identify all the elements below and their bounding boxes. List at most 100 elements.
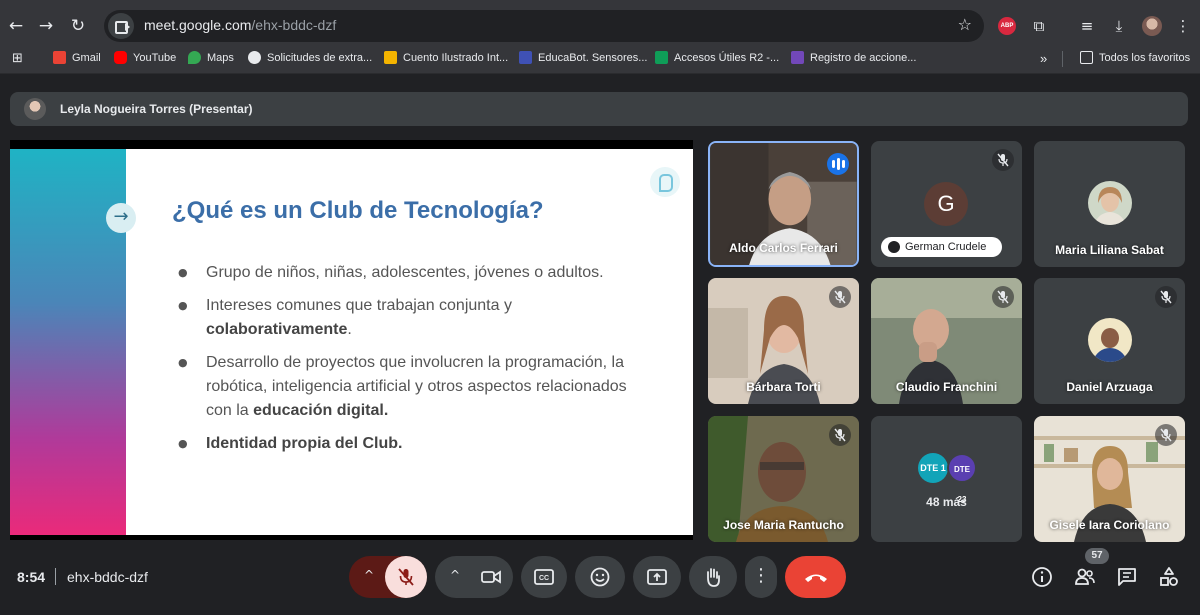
more-options-button[interactable]: ⋮: [745, 556, 777, 598]
url-path: /ehx-bddc-dzf: [251, 17, 337, 33]
chat-button[interactable]: [1115, 565, 1139, 589]
microphone-control[interactable]: ^: [349, 556, 427, 598]
participant-name: Daniel Arzuaga: [1066, 380, 1153, 394]
cuento-site-icon: [384, 51, 397, 64]
apps-grid-icon[interactable]: ⊞: [12, 51, 23, 66]
youtube-icon: [114, 51, 127, 64]
bullet-3-bold: educación digital.: [253, 402, 389, 419]
more-participant-avatar: DTE 23: [947, 453, 977, 504]
meeting-code: ehx-bddc-dzf: [67, 569, 148, 585]
bookmark-solicitudes[interactable]: Solicitudes de extra...: [248, 51, 372, 64]
more-participant-avatar: DTE 1: [918, 453, 948, 483]
mic-off-icon: [398, 568, 414, 586]
bookmark-gmail[interactable]: Gmail: [53, 51, 101, 64]
participant-name: German Crudele: [905, 241, 987, 253]
bookmark-educabot[interactable]: EducaBot. Sensores...: [519, 51, 647, 64]
reactions-button[interactable]: [575, 556, 625, 598]
bookmark-registro[interactable]: Registro de accione...: [791, 51, 916, 64]
bullet-4: Identidad propia del Club.: [178, 432, 638, 456]
download-icon[interactable]: ⤓: [1108, 15, 1130, 37]
camera-icon: [481, 570, 501, 584]
leave-call-button[interactable]: [785, 556, 846, 598]
bookmark-maps[interactable]: Maps: [188, 51, 234, 64]
bookmark-label: Gmail: [72, 51, 101, 64]
more-menu-icon[interactable]: ⋮: [1172, 15, 1194, 37]
forward-icon[interactable]: →: [34, 14, 58, 38]
url-text[interactable]: meet.google.com/ehx-bddc-dzf: [144, 17, 336, 33]
presenter-avatar: [24, 98, 46, 120]
bookmark-sep: [1062, 51, 1063, 67]
reading-list-icon[interactable]: ≡: [1076, 15, 1098, 37]
camera-control[interactable]: ^: [435, 556, 513, 598]
activities-icon: [1160, 567, 1178, 586]
presentation-area: → ¿Qué es un Club de Tecnología? Grupo d…: [10, 140, 693, 540]
participant-tile-jose[interactable]: Jose Maria Rantucho: [708, 416, 859, 542]
back-icon[interactable]: ←: [4, 14, 28, 38]
camera-options-chevron-icon[interactable]: ^: [435, 568, 475, 582]
mic-off-icon: [829, 424, 851, 446]
participant-avatar: G: [924, 182, 968, 226]
svg-text:CC: CC: [539, 575, 549, 582]
adblock-extension-icon[interactable]: ABP: [998, 17, 1016, 35]
extensions-icon[interactable]: ⧉: [1028, 15, 1050, 37]
all-bookmarks-folder[interactable]: Todos los favoritos: [1080, 51, 1190, 64]
participant-tile-claudio[interactable]: Claudio Franchini: [871, 278, 1022, 404]
bookmark-youtube[interactable]: YouTube: [114, 51, 176, 64]
hand-raised-icon: [888, 241, 900, 253]
present-screen-button[interactable]: [633, 556, 681, 598]
profile-avatar[interactable]: [1142, 16, 1162, 36]
bullet-1-text: Grupo de niños, niñas, adolescentes, jóv…: [206, 264, 604, 281]
bullet-3: Desarrollo de proyectos que involucren l…: [178, 351, 638, 423]
participant-tile-gisele[interactable]: Gisele Iara Coriolano: [1034, 416, 1185, 542]
meeting-time: 8:54: [17, 569, 46, 585]
participant-tile-maria[interactable]: Maria Liliana Sabat: [1034, 141, 1185, 267]
participant-tile-barbara[interactable]: Bárbara Torti: [708, 278, 859, 404]
meeting-details-button[interactable]: [1030, 565, 1054, 589]
folder-icon: [1080, 51, 1093, 64]
slide-title: ¿Qué es un Club de Tecnología?: [172, 197, 544, 224]
mic-options-chevron-icon[interactable]: ^: [349, 568, 389, 582]
presenter-bar: Leyla Nogueira Torres (Presentar): [10, 92, 1188, 126]
raise-hand-button[interactable]: [689, 556, 737, 598]
info-icon: [1032, 567, 1052, 587]
chat-icon: [1118, 568, 1136, 586]
presenter-name: Leyla Nogueira Torres (Presentar): [60, 102, 253, 116]
participant-tile-aldo[interactable]: Aldo Carlos Ferrari: [708, 141, 859, 267]
sheets-icon: [655, 51, 668, 64]
participant-tile-daniel[interactable]: Daniel Arzuaga: [1034, 278, 1185, 404]
activities-button[interactable]: [1157, 565, 1181, 589]
divider: [55, 568, 56, 585]
address-bar[interactable]: meet.google.com/ehx-bddc-dzf ☆: [104, 10, 984, 42]
mic-off-icon: [992, 286, 1014, 308]
captions-button[interactable]: CC: [521, 556, 567, 598]
more-participants-tile[interactable]: DTE 1 DTE 23 48 más: [871, 416, 1022, 542]
participant-avatar: [1088, 318, 1132, 362]
bookmark-accesos[interactable]: Accesos Útiles R2 -...: [655, 51, 779, 64]
bookmark-label: Cuento Ilustrado Int...: [403, 51, 509, 64]
more-vert-icon: ⋮: [752, 565, 770, 586]
emoji-icon: [590, 567, 610, 587]
more-bookmarks-chevron-icon[interactable]: »: [1040, 51, 1047, 66]
participant-name: Bárbara Torti: [746, 380, 821, 394]
slide-gradient-band: [10, 149, 126, 535]
meet-site-icon[interactable]: [108, 13, 134, 39]
globe-icon: [248, 51, 261, 64]
reload-icon[interactable]: ↻: [66, 14, 90, 38]
participant-tile-german[interactable]: G German Crudele: [871, 141, 1022, 267]
participant-count-badge: 57: [1085, 548, 1109, 564]
bookmark-cuento[interactable]: Cuento Ilustrado Int...: [384, 51, 508, 64]
bookmark-star-icon[interactable]: ☆: [958, 15, 972, 34]
bullet-2: Intereses comunes que trabajan conjunta …: [178, 294, 638, 342]
participant-name: Maria Liliana Sabat: [1055, 243, 1164, 257]
present-screen-icon: [647, 569, 667, 585]
gmail-icon: [53, 51, 66, 64]
bullet-2-text: Intereses comunes que trabajan conjunta …: [206, 297, 512, 314]
people-button[interactable]: [1073, 565, 1097, 589]
arrow-right-icon: →: [106, 203, 136, 233]
slide-bullets: Grupo de niños, niñas, adolescentes, jóv…: [178, 261, 638, 465]
bookmark-label: EducaBot. Sensores...: [538, 51, 648, 64]
mute-microphone-button[interactable]: [385, 556, 427, 598]
participant-avatar: [1088, 181, 1132, 225]
all-bookmarks-label: Todos los favoritos: [1099, 51, 1191, 64]
bookmarks-bar: ⊞ Gmail YouTube Maps Solicitudes de extr…: [0, 44, 1200, 74]
